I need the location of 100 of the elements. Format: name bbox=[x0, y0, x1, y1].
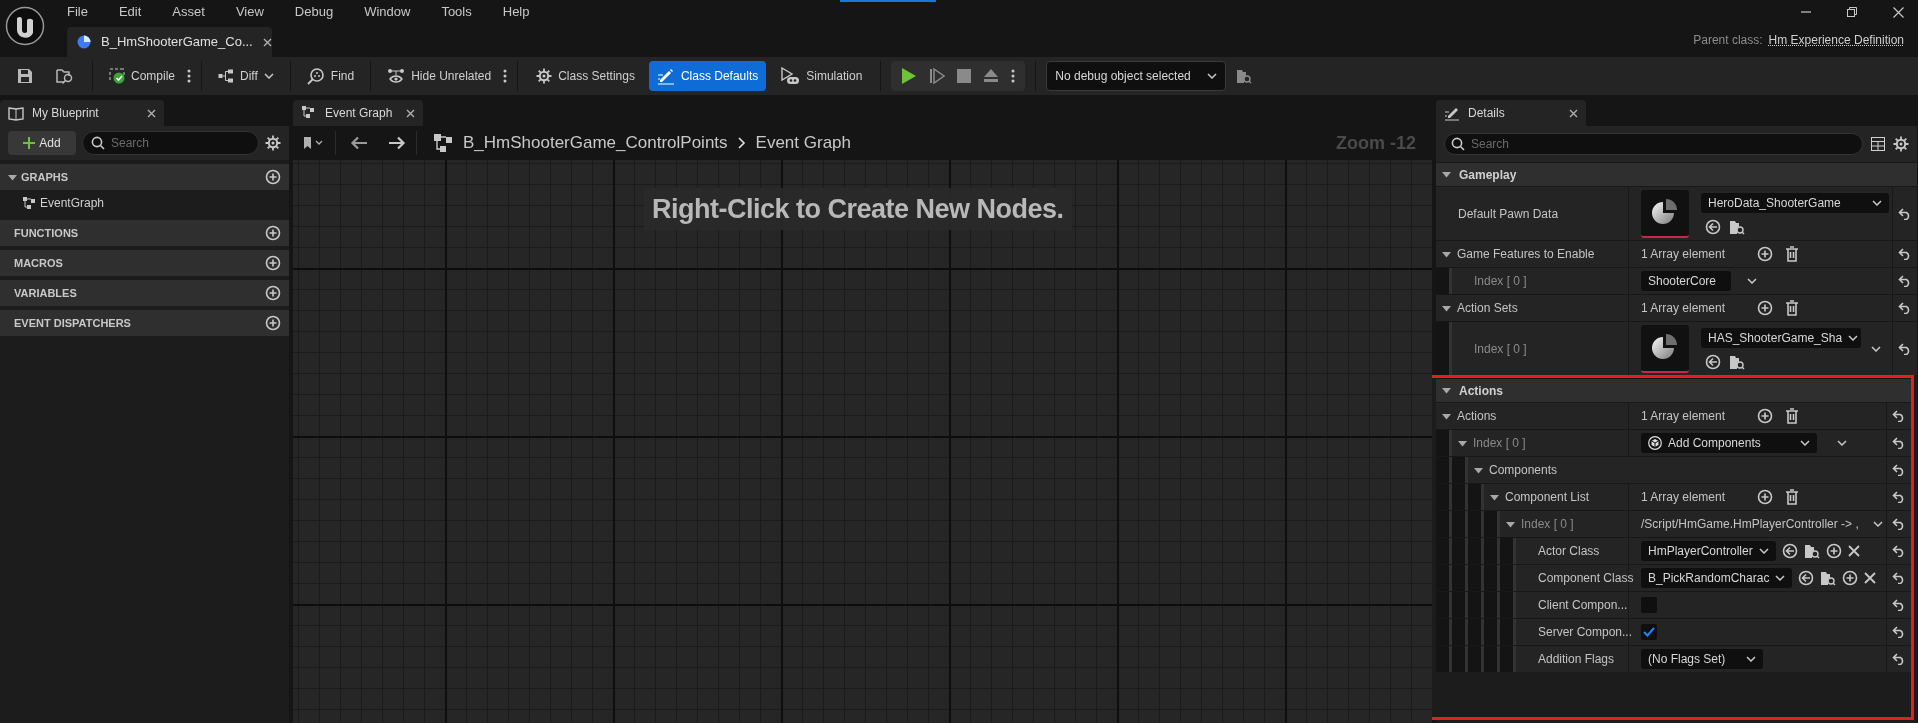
clear-icon[interactable] bbox=[1847, 545, 1860, 557]
graph-canvas[interactable]: Right-Click to Create New Nodes. bbox=[293, 160, 1432, 723]
add-icon[interactable] bbox=[265, 285, 281, 301]
close-icon[interactable] bbox=[1569, 108, 1578, 118]
mode-button[interactable]: Class Settings bbox=[528, 61, 643, 91]
add-icon[interactable] bbox=[1757, 489, 1773, 505]
menu-item[interactable]: Debug bbox=[294, 2, 334, 22]
caret-icon[interactable] bbox=[1837, 440, 1847, 446]
restore-icon[interactable] bbox=[1847, 7, 1857, 17]
add-icon[interactable] bbox=[1757, 408, 1773, 424]
close-icon[interactable] bbox=[406, 108, 415, 118]
reset-icon[interactable] bbox=[1892, 572, 1906, 584]
reset-icon[interactable] bbox=[1892, 491, 1906, 503]
mode-button[interactable]: Class Defaults bbox=[648, 61, 767, 91]
add-icon[interactable] bbox=[265, 225, 281, 241]
section-header[interactable]: EVENT DISPATCHERS bbox=[0, 310, 289, 336]
section-header[interactable]: GRAPHS bbox=[0, 164, 289, 190]
section-header[interactable]: FUNCTIONS bbox=[0, 220, 289, 246]
settings-icon[interactable] bbox=[265, 135, 281, 151]
add-icon[interactable] bbox=[1757, 300, 1773, 316]
stop-icon[interactable] bbox=[957, 69, 972, 83]
sidebar-item[interactable]: EventGraph bbox=[0, 190, 289, 216]
step-icon[interactable] bbox=[929, 68, 946, 84]
expand-arrow-icon[interactable] bbox=[1442, 303, 1451, 313]
more-icon[interactable] bbox=[503, 68, 508, 84]
menu-item[interactable]: Edit bbox=[118, 2, 142, 22]
reset-icon[interactable] bbox=[1892, 464, 1906, 476]
value-dropdown[interactable]: ShooterCore bbox=[1641, 271, 1731, 291]
breadcrumb-link[interactable]: B_HmShooterGame_ControlPoints bbox=[463, 130, 728, 156]
trash-icon[interactable] bbox=[1785, 408, 1799, 424]
asset-dropdown[interactable]: HeroData_ShooterGame bbox=[1701, 192, 1889, 213]
class-dropdown[interactable]: HmPlayerController bbox=[1641, 541, 1776, 561]
caret-icon[interactable] bbox=[1747, 278, 1757, 284]
reset-icon[interactable] bbox=[1892, 545, 1906, 557]
trash-icon[interactable] bbox=[1785, 489, 1799, 505]
section-header[interactable]: MACROS bbox=[0, 250, 289, 276]
close-icon[interactable] bbox=[1893, 6, 1904, 18]
reset-icon[interactable] bbox=[1892, 653, 1906, 665]
reset-icon[interactable] bbox=[1898, 207, 1912, 220]
menu-item[interactable]: Window bbox=[364, 2, 411, 22]
panel-tab[interactable]: Event Graph bbox=[293, 100, 423, 126]
add-icon[interactable] bbox=[265, 169, 281, 185]
expand-arrow-icon[interactable] bbox=[1442, 170, 1451, 179]
mode-button[interactable]: Simulation bbox=[772, 61, 871, 91]
reset-icon[interactable] bbox=[1898, 248, 1912, 260]
reset-icon[interactable] bbox=[1898, 302, 1912, 314]
expand-arrow-icon[interactable] bbox=[1442, 386, 1451, 395]
add-button[interactable]: Add bbox=[8, 131, 76, 155]
class-dropdown[interactable]: B_PickRandomCharac bbox=[1641, 568, 1793, 588]
search-field[interactable]: Search bbox=[82, 131, 259, 155]
expand-arrow-icon[interactable] bbox=[8, 172, 17, 182]
table-view-icon[interactable] bbox=[1871, 137, 1885, 151]
browse-icon[interactable] bbox=[1729, 218, 1745, 235]
menu-item[interactable]: File bbox=[67, 2, 88, 22]
play-icon[interactable] bbox=[901, 67, 918, 85]
expand-arrow-icon[interactable] bbox=[1506, 519, 1515, 529]
browse-icon[interactable] bbox=[1729, 353, 1745, 370]
reset-icon[interactable] bbox=[1892, 626, 1906, 638]
close-icon[interactable] bbox=[147, 108, 156, 118]
close-icon[interactable] bbox=[262, 37, 272, 47]
toolbar-button[interactable]: Hide Unrelated bbox=[381, 61, 498, 91]
toolbar-button[interactable]: Find bbox=[300, 61, 361, 91]
reset-icon[interactable] bbox=[1892, 599, 1906, 611]
browse-icon[interactable] bbox=[1803, 543, 1820, 559]
use-selected-icon[interactable] bbox=[1781, 543, 1798, 559]
search-field[interactable]: Search bbox=[1444, 133, 1863, 155]
menu-item[interactable]: Tools bbox=[441, 2, 472, 22]
parent-class-link[interactable]: Hm Experience Definition bbox=[1768, 31, 1904, 49]
more-icon[interactable] bbox=[187, 68, 191, 84]
panel-tab[interactable]: My Blueprint bbox=[0, 100, 164, 126]
reset-icon[interactable] bbox=[1898, 342, 1912, 355]
class-dropdown[interactable]: Add Components bbox=[1641, 433, 1817, 453]
section-header[interactable]: VARIABLES bbox=[0, 280, 289, 306]
menu-item[interactable]: View bbox=[235, 2, 264, 22]
back-icon[interactable] bbox=[350, 136, 368, 150]
caret-icon[interactable] bbox=[1873, 521, 1883, 527]
add-icon[interactable] bbox=[265, 315, 281, 331]
reset-icon[interactable] bbox=[1892, 437, 1906, 449]
value-dropdown[interactable]: (No Flags Set) bbox=[1641, 649, 1763, 669]
panel-tab[interactable]: Details bbox=[1436, 100, 1586, 126]
toolbar-button[interactable]: Compile bbox=[103, 61, 181, 91]
category-header[interactable]: Actions bbox=[1436, 378, 1911, 402]
settings-icon[interactable] bbox=[1893, 136, 1909, 152]
trash-icon[interactable] bbox=[1785, 300, 1799, 316]
expand-arrow-icon[interactable] bbox=[1474, 465, 1483, 475]
add-icon[interactable] bbox=[1842, 570, 1859, 586]
reset-icon[interactable] bbox=[1892, 518, 1906, 530]
debug-object-dropdown[interactable]: No debug object selected bbox=[1046, 61, 1227, 91]
expand-arrow-icon[interactable] bbox=[1442, 411, 1451, 421]
use-selected-icon[interactable] bbox=[1798, 570, 1815, 586]
bookmark-icon[interactable] bbox=[303, 136, 325, 150]
browse-icon[interactable] bbox=[1820, 570, 1837, 586]
use-selected-icon[interactable] bbox=[1705, 353, 1721, 370]
document-tab[interactable]: B_HmShooterGame_Co... bbox=[67, 27, 272, 57]
logo-icon[interactable] bbox=[5, 6, 45, 46]
toolbar-button[interactable]: Diff bbox=[212, 61, 280, 91]
use-selected-icon[interactable] bbox=[1705, 218, 1721, 235]
expand-arrow-icon[interactable] bbox=[1442, 249, 1451, 259]
add-icon[interactable] bbox=[265, 255, 281, 271]
category-header[interactable]: Gameplay bbox=[1436, 162, 1917, 186]
